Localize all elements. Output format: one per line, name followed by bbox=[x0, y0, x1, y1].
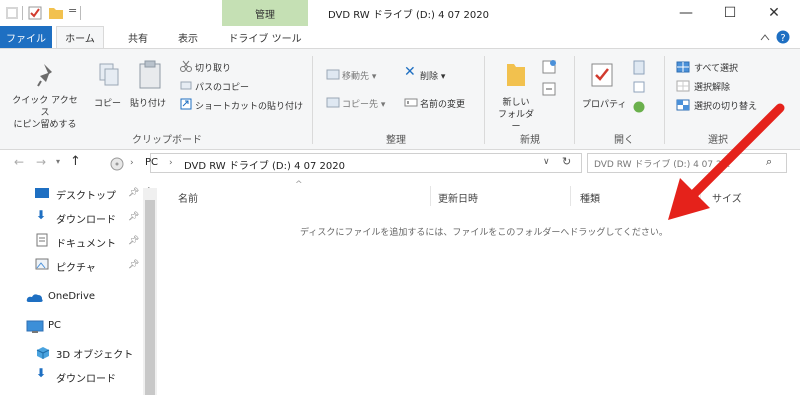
pin-icon: 📌︎ bbox=[128, 212, 140, 222]
recent-locations-chevron-icon[interactable]: ▾ bbox=[56, 157, 60, 166]
copy-path-button[interactable]: パスのコピー bbox=[195, 80, 249, 93]
rename-icon bbox=[404, 98, 418, 107]
close-button[interactable]: ✕ bbox=[752, 0, 796, 26]
maximize-button[interactable]: ☐ bbox=[708, 0, 752, 26]
pin-icon bbox=[37, 64, 52, 87]
select-none-button[interactable]: 選択解除 bbox=[694, 80, 730, 93]
3d-objects-icon bbox=[36, 347, 50, 359]
nav-item-pc[interactable]: PC bbox=[48, 320, 61, 331]
cut-icon bbox=[180, 60, 192, 72]
cut-button[interactable]: 切り取り bbox=[195, 61, 231, 74]
history-icon bbox=[633, 101, 645, 113]
breadcrumb-pc[interactable]: PC bbox=[145, 157, 158, 168]
new-folder-qat-icon[interactable] bbox=[48, 5, 64, 20]
paste-icon bbox=[139, 60, 161, 89]
delete-button[interactable]: 削除 ▾ bbox=[420, 69, 445, 82]
paste-shortcut-icon bbox=[180, 98, 192, 110]
pin-quick-access-button[interactable]: クイック アクセス にピン留めする bbox=[10, 95, 80, 131]
easy-access-icon bbox=[542, 82, 556, 96]
paste-shortcut-button[interactable]: ショートカットの貼り付け bbox=[195, 99, 303, 112]
rename-button[interactable]: 名前の変更 bbox=[420, 97, 465, 110]
address-dropdown-icon[interactable]: ∨ bbox=[543, 157, 550, 167]
window-title: DVD RW ドライブ (D:) 4 07 2020 bbox=[328, 10, 489, 21]
svg-text:?: ? bbox=[780, 33, 785, 44]
column-header-date-modified[interactable]: 更新日時 bbox=[438, 190, 478, 205]
move-to-icon bbox=[326, 69, 340, 80]
empty-folder-message: ディスクにファイルを追加するには、ファイルをこのフォルダーへドラッグしてください… bbox=[300, 228, 668, 238]
properties-check-icon[interactable] bbox=[28, 6, 42, 20]
new-folder-icon bbox=[507, 64, 525, 86]
group-separator bbox=[484, 56, 485, 144]
collapse-ribbon-icon[interactable] bbox=[760, 33, 770, 41]
column-separator[interactable] bbox=[570, 186, 571, 206]
nav-item-downloads-pc[interactable]: ダウンロード bbox=[56, 370, 116, 385]
qat-separator bbox=[22, 6, 23, 20]
context-tab-manage[interactable]: 管理 bbox=[222, 0, 308, 26]
properties-icon bbox=[591, 63, 613, 87]
group-separator bbox=[312, 56, 313, 144]
copy-path-icon bbox=[180, 81, 192, 90]
group-label-new: 新規 bbox=[520, 135, 540, 146]
paste-button[interactable]: 貼り付け bbox=[130, 96, 166, 109]
edit-icon bbox=[633, 81, 645, 93]
desktop-icon bbox=[35, 188, 49, 198]
move-to-button[interactable]: 移動先 ▾ bbox=[342, 69, 376, 82]
new-item-icon bbox=[542, 60, 556, 74]
nav-item-pictures[interactable]: ピクチャ bbox=[56, 259, 96, 274]
tab-view[interactable]: 表示 bbox=[168, 26, 208, 48]
select-none-icon bbox=[676, 80, 690, 92]
pin-icon: 📌︎ bbox=[128, 188, 140, 198]
nav-scrollbar-thumb[interactable] bbox=[145, 200, 155, 395]
pin-icon: 📌︎ bbox=[128, 260, 140, 270]
tab-file[interactable]: ファイル bbox=[0, 26, 52, 48]
quick-access-toolbar-icon[interactable] bbox=[6, 7, 18, 19]
up-arrow-icon[interactable]: ↑ bbox=[70, 154, 81, 169]
open-icon bbox=[633, 60, 645, 75]
select-all-icon bbox=[676, 61, 690, 73]
column-header-type[interactable]: 種類 bbox=[580, 190, 600, 205]
pc-icon bbox=[26, 320, 44, 333]
nav-item-documents[interactable]: ドキュメント bbox=[56, 235, 116, 250]
copy-to-icon bbox=[326, 97, 340, 108]
select-all-button[interactable]: すべて選択 bbox=[694, 61, 738, 74]
qat-separator bbox=[80, 6, 81, 20]
refresh-icon[interactable]: ↻ bbox=[562, 155, 571, 168]
documents-icon bbox=[36, 233, 48, 247]
group-label-organize: 整理 bbox=[386, 135, 406, 146]
breadcrumb-chevron-icon[interactable]: › bbox=[169, 158, 173, 168]
group-label-clipboard: クリップボード bbox=[132, 135, 202, 146]
pin-icon: 📌︎ bbox=[128, 236, 140, 246]
downloads-icon: ⬇ bbox=[36, 366, 47, 380]
help-icon[interactable]: ? bbox=[776, 30, 790, 44]
copy-icon bbox=[99, 63, 119, 86]
tab-share[interactable]: 共有 bbox=[118, 26, 158, 48]
nav-item-onedrive[interactable]: OneDrive bbox=[48, 291, 95, 302]
copy-button[interactable]: コピー bbox=[94, 96, 121, 109]
sort-indicator-icon: ^ bbox=[295, 180, 303, 190]
new-folder-button[interactable]: 新しい フォルダー bbox=[494, 97, 538, 133]
column-header-name[interactable]: 名前 bbox=[178, 190, 198, 205]
onedrive-cloud-icon bbox=[26, 294, 43, 302]
downloads-icon: ⬇ bbox=[36, 208, 47, 222]
red-arrow-annotation bbox=[668, 103, 785, 220]
drive-icon bbox=[110, 157, 124, 171]
nav-item-desktop[interactable]: デスクトップ bbox=[56, 187, 116, 202]
copy-to-button[interactable]: コピー先 ▾ bbox=[342, 97, 385, 110]
nav-item-3d-objects[interactable]: 3D オブジェクト bbox=[56, 346, 133, 361]
qat-dropdown-icon[interactable]: = bbox=[68, 4, 77, 17]
column-separator[interactable] bbox=[430, 186, 431, 206]
tab-home[interactable]: ホーム bbox=[56, 26, 104, 48]
properties-button[interactable]: プロパティ bbox=[582, 97, 626, 110]
group-separator bbox=[574, 56, 575, 144]
forward-arrow-icon[interactable]: → bbox=[36, 155, 46, 169]
minimize-button[interactable]: — bbox=[664, 0, 708, 26]
breadcrumb-chevron-icon[interactable]: › bbox=[130, 158, 134, 168]
group-label-open: 開く bbox=[614, 135, 634, 146]
nav-item-downloads[interactable]: ダウンロード bbox=[56, 211, 116, 226]
breadcrumb-drive[interactable]: DVD RW ドライブ (D:) 4 07 2020 bbox=[184, 157, 345, 172]
pictures-icon bbox=[35, 258, 49, 270]
tab-drive-tools[interactable]: ドライブ ツール bbox=[222, 26, 308, 48]
delete-x-icon: ✕ bbox=[404, 64, 416, 80]
back-arrow-icon[interactable]: ← bbox=[14, 155, 24, 169]
